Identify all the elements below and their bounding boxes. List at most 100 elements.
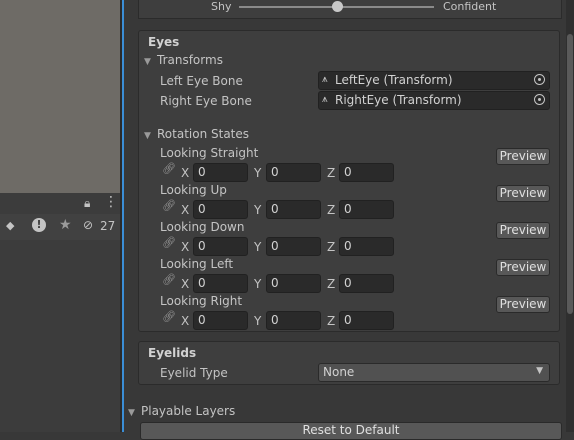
x-value: 0 xyxy=(198,165,206,179)
eyes-header: Eyes xyxy=(148,35,180,49)
x-axis-label: X xyxy=(181,240,190,254)
right-eye-bone-value: RightEye (Transform) xyxy=(335,93,462,107)
link-icon[interactable]: 🔗︎ xyxy=(162,236,176,249)
y-axis-label: Y xyxy=(254,240,262,254)
scrollbar-thumb[interactable] xyxy=(567,34,573,314)
y-axis-label: Y xyxy=(254,166,262,180)
link-icon[interactable]: 🔗︎ xyxy=(162,199,176,212)
slider-min-label: Shy xyxy=(211,0,232,13)
reset-to-default-button[interactable]: Reset to Default xyxy=(140,422,562,440)
eyelid-type-dropdown[interactable]: None ▼ xyxy=(318,363,550,382)
menu-icon[interactable]: ⋮ xyxy=(104,194,118,210)
scene-view[interactable] xyxy=(0,0,122,193)
rotation-state-label: Looking Right xyxy=(160,294,243,308)
x-field[interactable]: 0 xyxy=(193,311,248,330)
playable-layers-foldout-icon[interactable]: ▼ xyxy=(128,408,135,418)
z-field[interactable]: 0 xyxy=(339,274,394,293)
y-axis-label: Y xyxy=(254,203,262,217)
x-axis-label: X xyxy=(181,203,190,217)
inspector: Shy Confident Eyes ▼ Transforms Left Eye… xyxy=(124,0,574,440)
slider-handle[interactable] xyxy=(331,1,343,12)
right-eye-bone-field[interactable]: ⩚ RightEye (Transform) xyxy=(318,91,550,110)
preview-button[interactable]: Preview xyxy=(496,222,550,239)
hierarchy-header: 🔒︎ ⋮ xyxy=(0,193,122,214)
x-field[interactable]: 0 xyxy=(193,274,248,293)
link-icon[interactable]: 🔗︎ xyxy=(162,162,176,175)
y-field[interactable]: 0 xyxy=(266,200,321,219)
z-axis-label: Z xyxy=(327,314,336,328)
x-axis-label: X xyxy=(181,277,190,291)
z-value: 0 xyxy=(344,165,352,179)
playable-layers-foldout[interactable]: Playable Layers xyxy=(141,404,235,418)
z-field[interactable]: 0 xyxy=(339,163,394,182)
object-picker-icon[interactable] xyxy=(534,94,545,105)
preview-button[interactable]: Preview xyxy=(496,259,550,276)
z-axis-label: Z xyxy=(327,277,336,291)
rotation-states-foldout-icon[interactable]: ▼ xyxy=(144,131,151,141)
eyelid-type-value: None xyxy=(323,365,355,379)
y-field[interactable]: 0 xyxy=(266,311,321,330)
link-icon[interactable]: 🔗︎ xyxy=(162,273,176,286)
rotation-states-foldout[interactable]: Rotation States xyxy=(157,127,249,141)
y-field[interactable]: 0 xyxy=(266,163,321,182)
warning-icon[interactable]: ! xyxy=(32,218,46,232)
chevron-down-icon: ▼ xyxy=(536,366,543,376)
y-field[interactable]: 0 xyxy=(266,274,321,293)
z-axis-label: Z xyxy=(327,203,336,217)
eyelids-header: Eyelids xyxy=(148,346,197,360)
left-eye-bone-value: LeftEye (Transform) xyxy=(335,73,453,87)
object-picker-icon[interactable] xyxy=(534,74,545,85)
x-value: 0 xyxy=(198,202,206,216)
transform-icon: ⩚ xyxy=(322,94,328,105)
y-value: 0 xyxy=(271,313,279,327)
star-icon[interactable]: ★ xyxy=(59,217,72,233)
right-eye-bone-label: Right Eye Bone xyxy=(160,94,252,108)
x-field[interactable]: 0 xyxy=(193,237,248,256)
hierarchy-list xyxy=(0,240,122,432)
preview-button[interactable]: Preview xyxy=(496,185,550,202)
tag-icon[interactable]: ◆ xyxy=(6,219,14,232)
y-value: 0 xyxy=(271,276,279,290)
x-value: 0 xyxy=(198,313,206,327)
preview-button[interactable]: Preview xyxy=(496,148,550,165)
transforms-foldout[interactable]: Transforms xyxy=(157,53,223,67)
rotation-state-label: Looking Left xyxy=(160,257,234,271)
z-field[interactable]: 0 xyxy=(339,237,394,256)
x-axis-label: X xyxy=(181,166,190,180)
left-eye-bone-label: Left Eye Bone xyxy=(160,74,243,88)
eyelid-type-label: Eyelid Type xyxy=(160,366,228,380)
z-axis-label: Z xyxy=(327,166,336,180)
hidden-eye-icon[interactable]: ⊘ xyxy=(83,218,93,232)
y-value: 0 xyxy=(271,239,279,253)
z-value: 0 xyxy=(344,239,352,253)
personality-slider-row: Shy Confident xyxy=(138,0,562,19)
z-axis-label: Z xyxy=(327,240,336,254)
x-axis-label: X xyxy=(181,314,190,328)
y-axis-label: Y xyxy=(254,314,262,328)
hidden-count: 27 xyxy=(100,219,116,233)
z-value: 0 xyxy=(344,276,352,290)
transform-icon: ⩚ xyxy=(322,74,328,85)
y-value: 0 xyxy=(271,165,279,179)
link-icon[interactable]: 🔗︎ xyxy=(162,310,176,323)
preview-button[interactable]: Preview xyxy=(496,296,550,313)
left-eye-bone-field[interactable]: ⩚ LeftEye (Transform) xyxy=(318,71,550,90)
y-field[interactable]: 0 xyxy=(266,237,321,256)
z-value: 0 xyxy=(344,313,352,327)
z-field[interactable]: 0 xyxy=(339,311,394,330)
rotation-state-label: Looking Straight xyxy=(160,146,259,160)
y-value: 0 xyxy=(271,202,279,216)
x-value: 0 xyxy=(198,239,206,253)
rotation-state-label: Looking Down xyxy=(160,220,245,234)
z-field[interactable]: 0 xyxy=(339,200,394,219)
x-field[interactable]: 0 xyxy=(193,200,248,219)
x-value: 0 xyxy=(198,276,206,290)
transforms-foldout-icon[interactable]: ▼ xyxy=(144,57,151,67)
z-value: 0 xyxy=(344,202,352,216)
y-axis-label: Y xyxy=(254,277,262,291)
x-field[interactable]: 0 xyxy=(193,163,248,182)
rotation-state-label: Looking Up xyxy=(160,183,227,197)
hierarchy-toolbar: ◆ ! ★ ⊘ 27 xyxy=(0,214,122,241)
lock-icon[interactable]: 🔒︎ xyxy=(84,196,90,211)
slider-max-label: Confident xyxy=(443,0,497,13)
